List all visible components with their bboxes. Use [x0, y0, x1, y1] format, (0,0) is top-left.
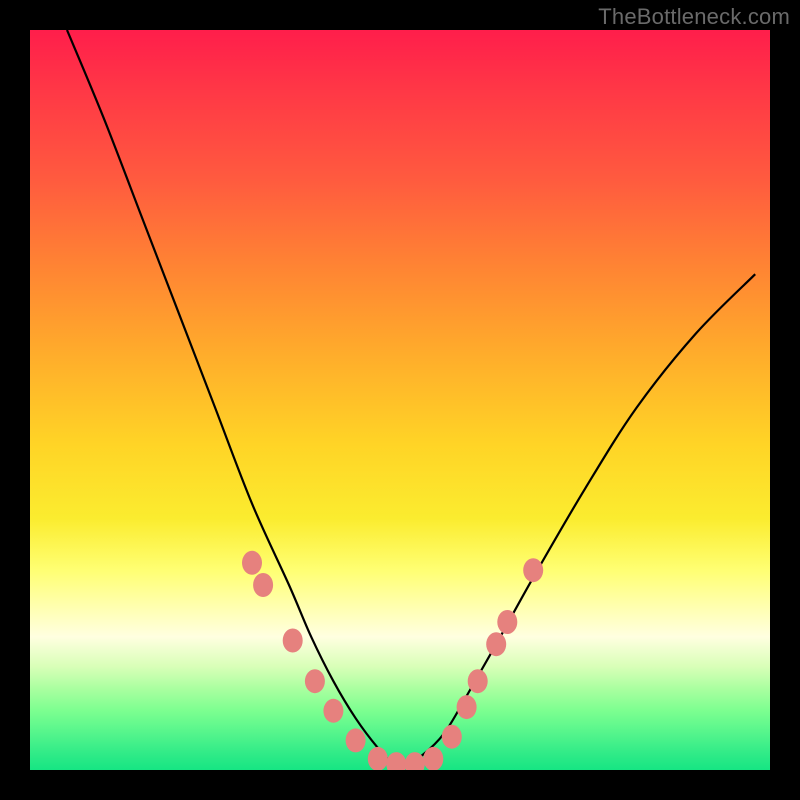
curve-marker [442, 725, 462, 749]
plot-area [30, 30, 770, 770]
curve-marker [368, 747, 388, 770]
curve-marker [323, 699, 343, 723]
curve-marker [346, 728, 366, 752]
curve-marker [497, 610, 517, 634]
curve-marker [486, 632, 506, 656]
curve-marker [457, 695, 477, 719]
curve-marker [253, 573, 273, 597]
bottleneck-curve [67, 30, 755, 764]
curve-marker [283, 629, 303, 653]
chart-frame: TheBottleneck.com [0, 0, 800, 800]
curve-marker [423, 747, 443, 770]
watermark-text: TheBottleneck.com [598, 4, 790, 30]
curve-marker [386, 752, 406, 770]
curve-marker [242, 551, 262, 575]
curve-marker [305, 669, 325, 693]
curve-markers [242, 551, 543, 770]
curve-layer [30, 30, 770, 770]
curve-marker [468, 669, 488, 693]
bottleneck-curve-group [67, 30, 755, 764]
curve-marker [523, 558, 543, 582]
